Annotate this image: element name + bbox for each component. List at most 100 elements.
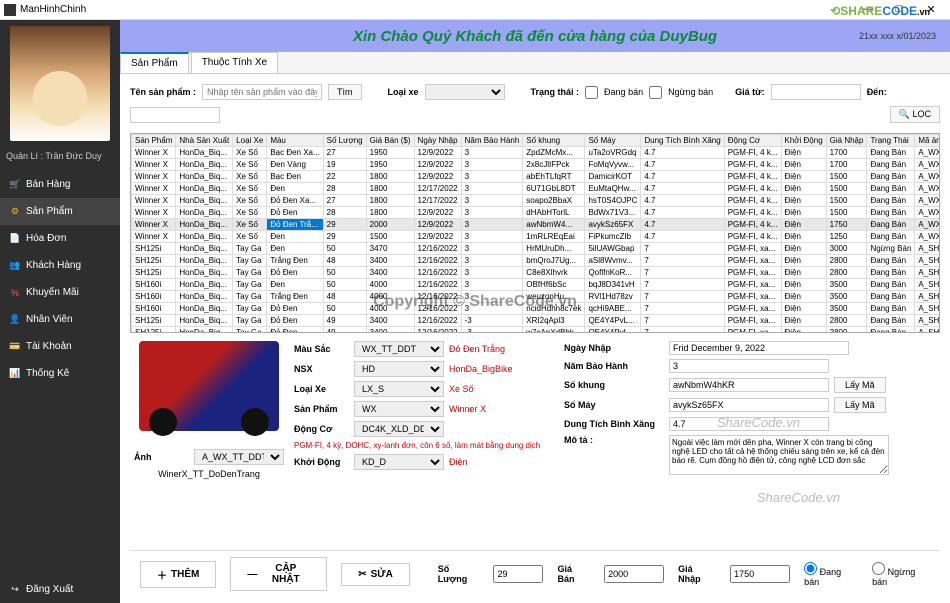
table-cell[interactable]: 4.7 <box>641 159 724 171</box>
table-cell[interactable]: 3 <box>461 207 523 219</box>
table-cell[interactable]: avykSz65FX <box>585 219 641 231</box>
table-cell[interactable]: 12/16/2022 <box>414 291 461 303</box>
table-cell[interactable]: Điện <box>781 315 826 327</box>
table-cell[interactable]: Xe Số <box>233 231 267 243</box>
column-header[interactable]: Màu <box>267 135 323 147</box>
table-cell[interactable]: 12/9/2022 <box>414 171 461 183</box>
img-code-select[interactable]: A_WX_TT_DDT <box>194 449 284 465</box>
table-cell[interactable]: Điện <box>781 159 826 171</box>
price-input[interactable] <box>604 565 664 583</box>
table-cell[interactable]: 12/16/2022 <box>414 279 461 291</box>
table-cell[interactable]: RVl1Hd78zv <box>585 291 641 303</box>
table-row[interactable]: Winner XHonDa_Biq...Xe SốĐen Vàng1919501… <box>132 159 941 171</box>
table-cell[interactable]: 3 <box>461 159 523 171</box>
table-cell[interactable]: A_SH125i_... <box>915 267 940 279</box>
table-cell[interactable]: Winner X <box>132 147 176 159</box>
table-cell[interactable]: 7 <box>641 267 724 279</box>
motor-input[interactable] <box>669 398 829 412</box>
nav-item-sản-phẩm[interactable]: ⚙Sản Phẩm <box>0 198 120 225</box>
table-cell[interactable]: Đang Bán <box>867 207 915 219</box>
table-cell[interactable]: PGM-FI, 4 k... <box>724 219 781 231</box>
table-cell[interactable]: 7 <box>641 315 724 327</box>
table-cell[interactable]: 5ilUAWGbap <box>585 243 641 255</box>
table-cell[interactable]: Xe Số <box>233 147 267 159</box>
table-cell[interactable]: 3 <box>461 303 523 315</box>
table-cell[interactable]: 48 <box>323 291 366 303</box>
table-cell[interactable]: Tay Ga <box>233 315 267 327</box>
table-cell[interactable]: Winner X <box>132 207 176 219</box>
table-cell[interactable]: qcHi9ABE... <box>585 303 641 315</box>
product-table-wrap[interactable]: Sản PhẩmNhà Sản XuấtLoại XeMàuSố LượngGi… <box>130 133 940 333</box>
table-row[interactable]: Winner XHonDa_Biq...Xe SốBạc Đen Xa...27… <box>132 147 941 159</box>
table-cell[interactable]: 3500 <box>826 291 867 303</box>
table-cell[interactable]: 3 <box>461 195 523 207</box>
table-cell[interactable]: SH125i <box>132 243 176 255</box>
column-header[interactable]: Sản Phẩm <box>132 135 176 147</box>
table-cell[interactable]: 3400 <box>366 315 414 327</box>
table-cell[interactable]: weuzonHu... <box>523 291 585 303</box>
table-cell[interactable]: 27 <box>323 147 366 159</box>
table-cell[interactable]: SH125i <box>132 315 176 327</box>
table-cell[interactable]: 3500 <box>826 303 867 315</box>
table-cell[interactable]: 12/16/2022 <box>414 267 461 279</box>
table-cell[interactable]: 4000 <box>366 291 414 303</box>
table-cell[interactable]: 1500 <box>366 231 414 243</box>
table-cell[interactable]: Đang Bán <box>867 279 915 291</box>
table-cell[interactable]: Winner X <box>132 171 176 183</box>
engine-select[interactable]: DC4K_XLD_DD <box>354 421 444 437</box>
table-cell[interactable]: 3400 <box>366 255 414 267</box>
table-cell[interactable]: SH160i <box>132 291 176 303</box>
table-cell[interactable]: Điện <box>781 303 826 315</box>
table-cell[interactable]: 3500 <box>826 279 867 291</box>
column-header[interactable]: Số Lượng <box>323 135 366 147</box>
table-cell[interactable]: 1800 <box>366 195 414 207</box>
table-cell[interactable]: 12/9/2022 <box>414 219 461 231</box>
price-from-input[interactable] <box>771 84 861 100</box>
table-cell[interactable]: 12/9/2022 <box>414 231 461 243</box>
table-cell[interactable]: 27 <box>323 195 366 207</box>
table-cell[interactable]: 4.7 <box>641 147 724 159</box>
table-cell[interactable]: Điện <box>781 291 826 303</box>
qty-input[interactable] <box>493 565 543 583</box>
table-cell[interactable]: PGM-FI, xa... <box>724 303 781 315</box>
table-cell[interactable]: PGM-FI, 4 k... <box>724 207 781 219</box>
table-cell[interactable]: uTa2oVRGdq <box>585 147 641 159</box>
table-cell[interactable]: 4.7 <box>641 219 724 231</box>
table-cell[interactable]: Điện <box>781 243 826 255</box>
table-cell[interactable]: SH125i <box>132 267 176 279</box>
table-row[interactable]: Winner XHonDa_Biq...Xe SốĐỏ Đen Xa...271… <box>132 195 941 207</box>
nav-item-thống-kê[interactable]: 📊Thống Kê <box>0 360 120 387</box>
table-cell[interactable]: PGM-FI, xa... <box>724 243 781 255</box>
table-cell[interactable]: Đang Bán <box>867 267 915 279</box>
table-cell[interactable]: 2000 <box>366 219 414 231</box>
table-cell[interactable]: A_SH160i_... <box>915 291 940 303</box>
table-cell[interactable]: A_WX_DB_... <box>915 147 940 159</box>
table-cell[interactable]: bqJ8D341vH <box>585 279 641 291</box>
table-cell[interactable]: Xe Số <box>233 159 267 171</box>
column-header[interactable]: Trạng Thái <box>867 135 915 147</box>
table-cell[interactable]: XRI2qApl3 <box>523 315 585 327</box>
table-row[interactable]: SH125iHonDa_Biq...Tay GaĐỏ Đen50340012/1… <box>132 267 941 279</box>
table-cell[interactable]: 4.7 <box>641 207 724 219</box>
table-cell[interactable]: 19 <box>323 159 366 171</box>
color-select[interactable]: WX_TT_DDT <box>354 341 444 357</box>
table-cell[interactable]: Điện <box>781 279 826 291</box>
table-cell[interactable]: A_WX_TC_D... <box>915 195 940 207</box>
table-cell[interactable]: 29 <box>323 231 366 243</box>
table-row[interactable]: Winner XHonDa_Biq...Xe SốĐen29150012/9/2… <box>132 231 941 243</box>
table-cell[interactable]: HonDa_Biq... <box>176 171 233 183</box>
radio-off[interactable]: Ngừng bán <box>872 562 930 587</box>
table-cell[interactable]: HonDa_Biq... <box>176 243 233 255</box>
table-cell[interactable]: HonDa_Biq... <box>176 315 233 327</box>
table-cell[interactable]: 3 <box>461 171 523 183</box>
table-cell[interactable]: HonDa_Biq... <box>176 159 233 171</box>
table-cell[interactable]: 1500 <box>826 195 867 207</box>
table-cell[interactable]: 1950 <box>366 147 414 159</box>
table-cell[interactable]: A_WX_TC_D... <box>915 207 940 219</box>
table-cell[interactable]: Xe Số <box>233 219 267 231</box>
table-cell[interactable]: 50 <box>323 267 366 279</box>
table-row[interactable]: Winner XHonDa_Biq...Xe SốBạc Đen22180012… <box>132 171 941 183</box>
table-cell[interactable]: HrMUruDh... <box>523 243 585 255</box>
table-cell[interactable]: A_WX_DB_... <box>915 159 940 171</box>
table-cell[interactable]: 4.7 <box>641 231 724 243</box>
